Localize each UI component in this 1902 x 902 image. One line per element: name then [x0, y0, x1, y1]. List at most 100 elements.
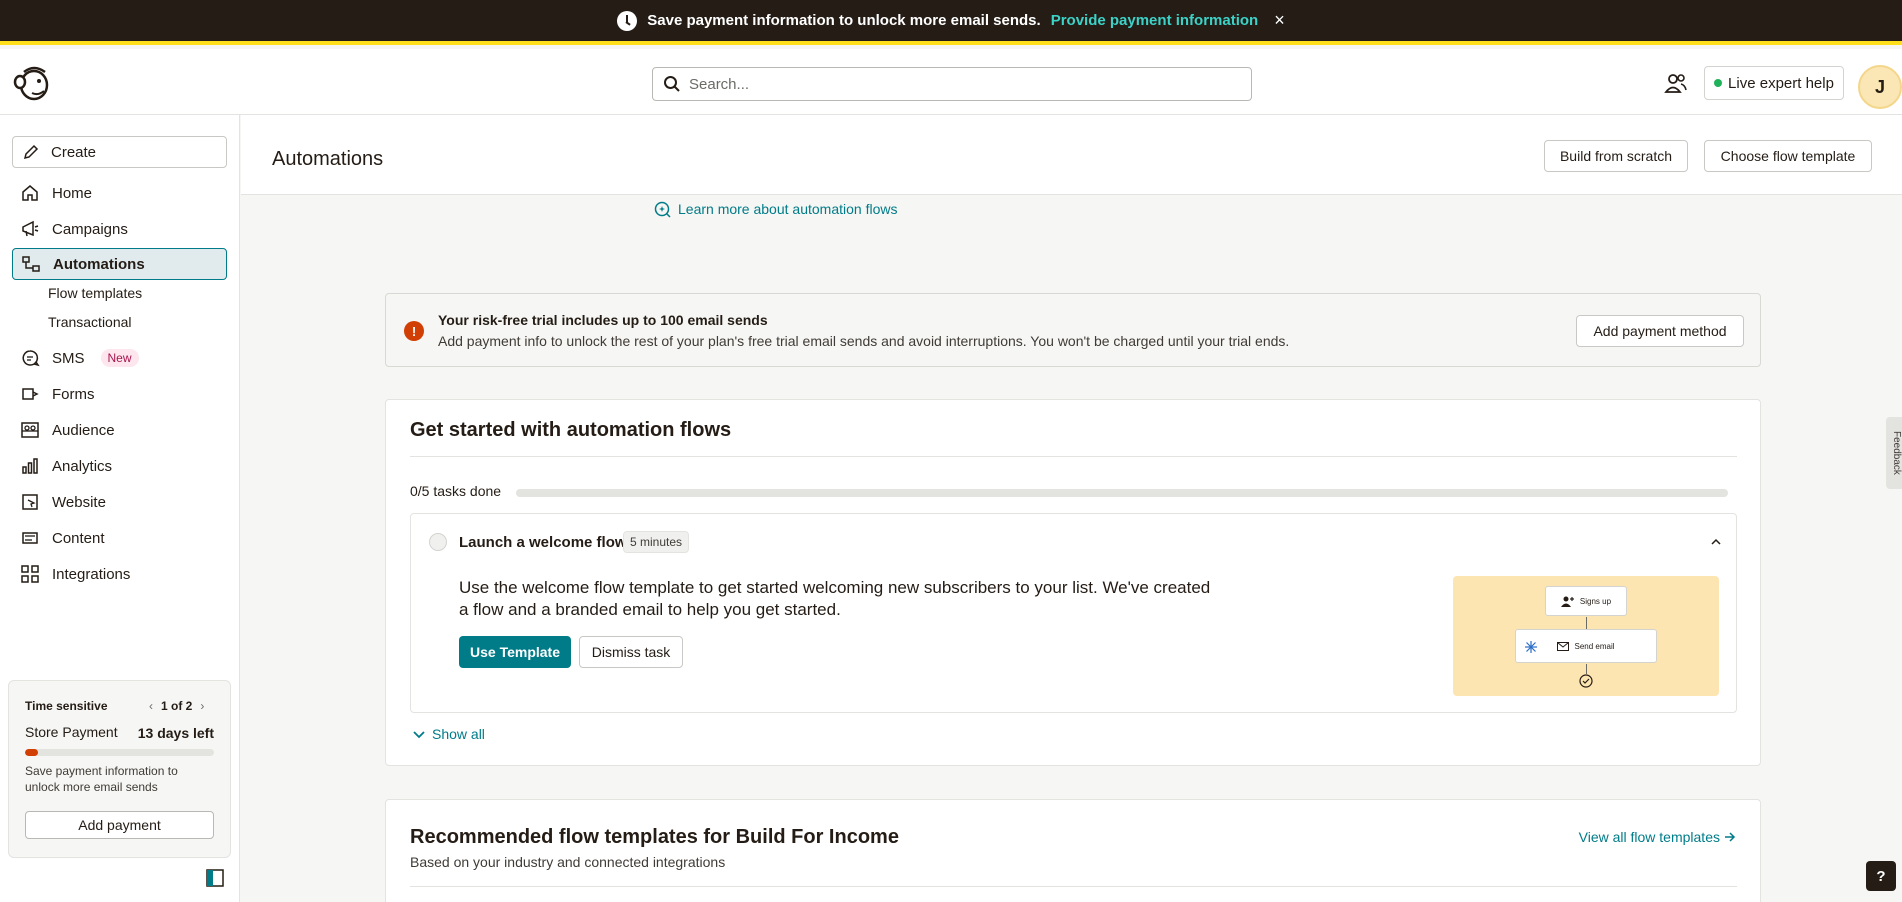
view-all-label: View all flow templates	[1578, 829, 1720, 845]
trial-alert: ! Your risk-free trial includes up to 10…	[385, 293, 1761, 367]
learn-more-label: Learn more about automation flows	[678, 201, 898, 217]
task-check-icon	[429, 533, 447, 551]
mailchimp-logo-icon[interactable]	[12, 62, 52, 102]
close-banner-icon[interactable]: ×	[1274, 10, 1285, 31]
create-label: Create	[51, 143, 97, 161]
new-badge: New	[100, 349, 139, 367]
top-banner: Save payment information to unlock more …	[0, 0, 1902, 45]
clock-icon	[617, 10, 638, 31]
task-duration-badge: 5 minutes	[623, 531, 690, 553]
arrow-right-icon	[1725, 832, 1736, 842]
sidebar-item-integrations[interactable]: Integrations	[12, 558, 227, 590]
divider	[410, 456, 1737, 457]
sidebar-item-label: Automations	[53, 255, 145, 273]
illustration-step-send-email: Send email	[1515, 629, 1657, 663]
task-name: Launch a welcome flow	[459, 534, 627, 551]
integrations-icon	[21, 565, 39, 583]
chevron-left-icon[interactable]: ‹	[149, 699, 153, 713]
collaborators-icon[interactable]	[1664, 71, 1688, 95]
provide-payment-link[interactable]: Provide payment information	[1051, 12, 1259, 29]
analytics-icon	[22, 458, 38, 474]
recommended-subtitle: Based on your industry and connected int…	[410, 854, 726, 870]
app-header: Live expert help J	[0, 49, 1902, 115]
time-sensitive-title: Store Payment	[25, 724, 118, 740]
sidebar-item-label: Content	[52, 529, 105, 547]
pager-label: 1 of 2	[161, 699, 193, 713]
sidebar-item-label: Home	[52, 184, 93, 202]
envelope-icon	[1557, 641, 1570, 651]
page-title: Automations	[272, 148, 384, 170]
divider	[410, 886, 1737, 887]
sidebar-subitem-transactional[interactable]: Transactional	[48, 314, 132, 330]
tasks-progress-label: 0/5 tasks done	[410, 483, 502, 499]
sidebar-item-website[interactable]: Website	[12, 486, 227, 518]
alert-title: Your risk-free trial includes up to 100 …	[438, 312, 768, 328]
warning-icon: !	[404, 321, 424, 341]
show-all-link[interactable]: Show all	[412, 726, 485, 742]
feedback-tab[interactable]: Feedback	[1886, 417, 1902, 489]
snowflake-icon	[1525, 641, 1537, 653]
megaphone-icon	[22, 220, 39, 237]
time-sensitive-progress-fill	[25, 749, 39, 756]
show-all-label: Show all	[432, 726, 485, 742]
sidebar: Create Home Campaigns Automations Flow t…	[0, 115, 240, 902]
time-sensitive-description: Save payment information to unlock more …	[25, 764, 178, 794]
check-circle-icon	[1579, 674, 1593, 688]
illustration-step1-label: Signs up	[1579, 596, 1612, 606]
help-button[interactable]: ?	[1866, 861, 1896, 891]
avatar[interactable]: J	[1858, 65, 1902, 109]
banner-message: Save payment information to unlock more …	[647, 12, 1041, 29]
sidebar-item-label: Audience	[52, 421, 115, 439]
sidebar-item-label: Integrations	[52, 565, 131, 583]
search-box[interactable]	[652, 67, 1252, 101]
expert-help-label: Live expert help	[1728, 74, 1834, 92]
sidebar-item-audience[interactable]: Audience	[12, 414, 227, 446]
time-sensitive-pager: ‹ 1 of 2 ›	[149, 699, 204, 713]
search-input[interactable]	[689, 75, 1229, 93]
learn-more-link[interactable]: Learn more about automation flows	[654, 200, 897, 218]
chevron-right-icon[interactable]: ›	[200, 699, 204, 713]
chevron-up-icon[interactable]	[1710, 536, 1722, 548]
recommended-title: Recommended flow templates for Build For…	[410, 826, 899, 848]
choose-flow-template-button[interactable]: Choose flow template	[1704, 140, 1872, 172]
use-template-button[interactable]: Use Template	[459, 636, 571, 668]
welcome-flow-illustration: Signs up Send email	[1453, 576, 1719, 696]
online-status-icon	[1714, 79, 1723, 87]
build-from-scratch-button[interactable]: Build from scratch	[1544, 140, 1688, 172]
recommended-card: Recommended flow templates for Build For…	[385, 799, 1761, 902]
sidebar-item-forms[interactable]: Forms	[12, 378, 227, 410]
create-button[interactable]: Create	[12, 136, 227, 168]
sidebar-item-sms[interactable]: SMS New	[12, 342, 227, 374]
audience-icon	[21, 422, 39, 438]
sidebar-item-home[interactable]: Home	[12, 177, 227, 209]
dismiss-task-button[interactable]: Dismiss task	[579, 636, 683, 668]
person-add-icon	[1560, 596, 1574, 607]
search-icon	[664, 76, 680, 92]
task-description: Use the welcome flow template to get sta…	[459, 578, 1211, 619]
view-all-flow-templates-link[interactable]: View all flow templates	[1579, 829, 1736, 845]
content-icon	[22, 532, 38, 544]
sidebar-item-automations[interactable]: Automations	[12, 248, 227, 280]
get-started-title: Get started with automation flows	[410, 419, 732, 441]
page-header: Automations Build from scratch Choose fl…	[241, 115, 1902, 195]
chevron-down-icon	[413, 731, 425, 739]
sms-icon	[22, 350, 40, 367]
sidebar-item-content[interactable]: Content	[12, 522, 227, 554]
add-payment-method-button[interactable]: Add payment method	[1576, 315, 1744, 347]
add-payment-button[interactable]: Add payment	[25, 811, 214, 839]
connector	[1586, 664, 1587, 674]
days-left: 13 days left	[137, 725, 214, 741]
alert-body: Add payment info to unlock the rest of y…	[438, 333, 1290, 349]
sidebar-item-label: Analytics	[52, 457, 113, 475]
sparkle-search-icon	[654, 201, 671, 218]
time-sensitive-card: Time sensitive ‹ 1 of 2 › Store Payment …	[8, 680, 231, 858]
illustration-step2-label: Send email	[1574, 641, 1615, 651]
sidebar-item-campaigns[interactable]: Campaigns	[12, 213, 227, 245]
sidebar-item-label: Campaigns	[52, 220, 128, 238]
collapse-sidebar-icon[interactable]	[206, 869, 224, 887]
sidebar-subitem-flow-templates[interactable]: Flow templates	[48, 285, 142, 301]
time-sensitive-progress	[25, 749, 214, 756]
home-icon	[22, 185, 38, 201]
live-expert-help-button[interactable]: Live expert help	[1704, 66, 1844, 100]
sidebar-item-analytics[interactable]: Analytics	[12, 450, 227, 482]
